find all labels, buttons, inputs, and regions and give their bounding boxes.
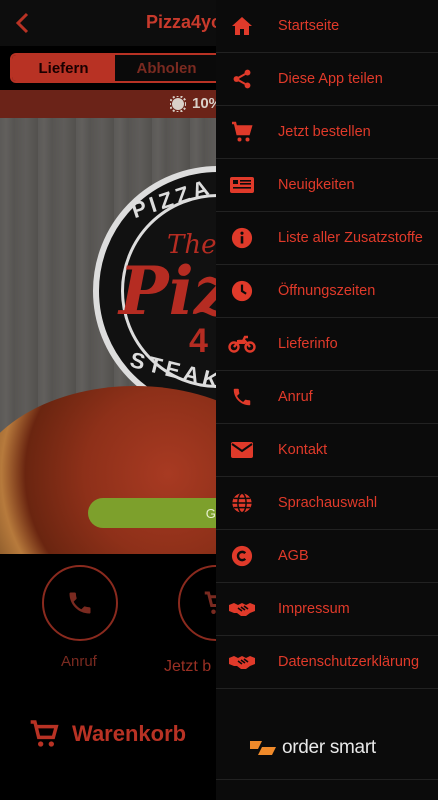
drawer-item-order[interactable]: Jetzt bestellen	[216, 106, 438, 159]
drawer-item-label: Lieferinfo	[278, 336, 338, 352]
share-icon	[233, 69, 251, 89]
chevron-left-icon	[15, 12, 29, 34]
cart-label: Warenkorb	[72, 721, 187, 746]
drawer-item-label: Öffnungszeiten	[278, 283, 376, 299]
drawer-item-language[interactable]: Sprachauswahl	[216, 477, 438, 530]
drawer-item-label: Impressum	[278, 601, 350, 617]
drawer-item-privacy[interactable]: Datenschutzerklärung	[216, 636, 438, 689]
mail-icon	[231, 442, 253, 458]
tab-deliver[interactable]: Liefern	[12, 55, 115, 81]
drawer-item-opening-hours[interactable]: Öffnungszeiten	[216, 265, 438, 318]
globe-icon	[232, 492, 252, 514]
call-button[interactable]	[42, 565, 118, 641]
cart-icon	[232, 121, 253, 142]
drawer-item-terms[interactable]: AGB	[216, 530, 438, 583]
cart-icon	[30, 720, 59, 747]
handshake-icon	[229, 656, 255, 669]
clock-icon	[231, 280, 253, 302]
back-button[interactable]	[10, 10, 36, 36]
news-icon	[230, 177, 254, 193]
order-mode-toggle: Liefern Abholen	[10, 53, 220, 83]
brand-text: order smart	[282, 737, 376, 758]
drawer-item-label: Liste aller Zusatzstoffe	[278, 230, 423, 246]
order-now-label: Jetzt b	[164, 658, 212, 675]
drawer-item-label: AGB	[278, 548, 309, 564]
cart-button[interactable]: Warenkorb	[28, 718, 186, 750]
home-icon	[232, 17, 252, 35]
handshake-icon	[229, 603, 255, 616]
call-label: Anruf	[61, 653, 97, 670]
drawer-item-additives[interactable]: Liste aller Zusatzstoffe	[216, 212, 438, 265]
phone-icon	[233, 388, 251, 406]
order-smart-logo-icon	[250, 741, 276, 755]
phone-icon	[69, 592, 91, 614]
drawer-item-label: Kontakt	[278, 442, 328, 458]
motorbike-icon	[228, 335, 256, 353]
tab-pickup[interactable]: Abholen	[115, 55, 218, 81]
drawer-item-label: Startseite	[278, 18, 340, 34]
info-icon	[231, 227, 253, 249]
drawer-item-label: Datenschutzerklärung	[278, 654, 420, 670]
drawer-item-label: Sprachauswahl	[278, 495, 378, 511]
drawer-item-call[interactable]: Anruf	[216, 371, 438, 424]
divider	[216, 779, 438, 780]
drawer-item-delivery-info[interactable]: Lieferinfo	[216, 318, 438, 371]
drawer-item-label: Diese App teilen	[278, 71, 383, 87]
drawer-item-imprint[interactable]: Impressum	[216, 583, 438, 636]
app-root: Pizza4you Liefern Abholen 10% PIZZA - B …	[0, 0, 438, 800]
drawer-item-label: Anruf	[278, 389, 313, 405]
badge-icon	[170, 95, 186, 112]
drawer-item-news[interactable]: Neuigkeiten	[216, 159, 438, 212]
drawer-item-share[interactable]: Diese App teilen	[216, 53, 438, 106]
order-smart-logo: order smart	[248, 737, 376, 759]
copyright-icon	[231, 545, 253, 567]
logo-main-text: Piz	[119, 252, 232, 330]
drawer-item-home[interactable]: Startseite	[216, 0, 438, 53]
drawer-item-label: Neuigkeiten	[278, 177, 355, 193]
drawer-item-label: Jetzt bestellen	[278, 124, 371, 140]
drawer-menu: Startseite Diese App teilen Jetzt bestel…	[216, 0, 438, 689]
logo-number: 4	[189, 322, 208, 360]
drawer-item-contact[interactable]: Kontakt	[216, 424, 438, 477]
navigation-drawer: Startseite Diese App teilen Jetzt bestel…	[216, 0, 438, 800]
